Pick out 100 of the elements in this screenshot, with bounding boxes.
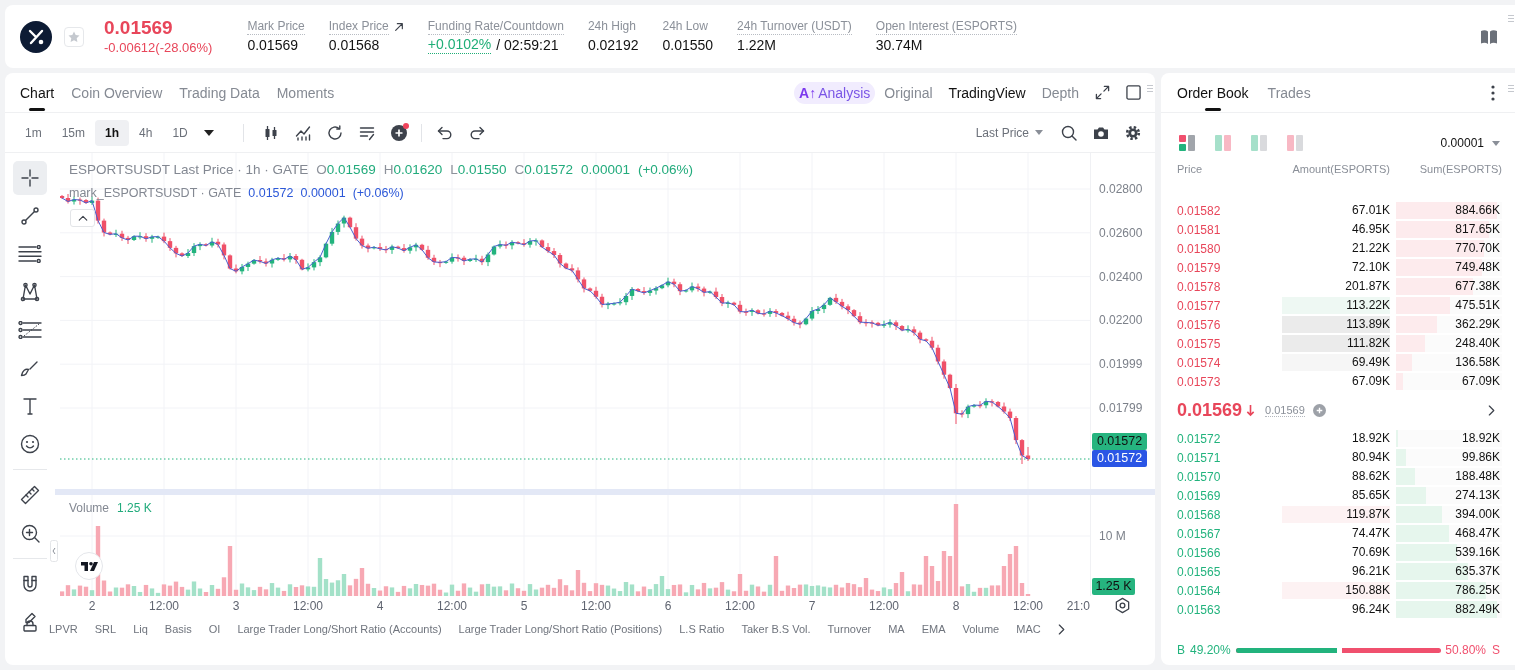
- plus-circle-icon[interactable]: [1312, 403, 1326, 417]
- timeframe-button[interactable]: 1h: [95, 119, 130, 146]
- order-book-tab[interactable]: Trades: [1267, 73, 1311, 112]
- add-circle-icon[interactable]: [390, 124, 407, 141]
- change-value: 0.00001: [300, 186, 346, 200]
- stat-value: 0.01550: [662, 36, 714, 54]
- stat-label: Open Interest (ESPORTS): [875, 19, 1017, 35]
- ohlc-value: L0.01550: [450, 161, 507, 177]
- refresh-icon[interactable]: [326, 124, 343, 141]
- indicator-link[interactable]: Large Trader Long/Short Ratio (Positions): [458, 623, 663, 635]
- timeframe-button[interactable]: 4h: [129, 119, 163, 146]
- countdown: / 02:59:21: [496, 36, 559, 54]
- drawing-tool-button[interactable]: [13, 161, 47, 195]
- funding-rate: +0.0102%: [427, 36, 492, 54]
- caret-down-icon[interactable]: [203, 129, 214, 136]
- book-layout-icon[interactable]: [1179, 135, 1195, 151]
- book-icon[interactable]: [1480, 28, 1498, 45]
- brush-icon: [20, 359, 40, 377]
- ask-sum: 884.66K: [1455, 202, 1500, 219]
- zoom-in-icon: [20, 523, 40, 543]
- crosshair-icon: [21, 169, 39, 187]
- mark-value: 0.01572: [248, 186, 294, 200]
- price-source-dropdown[interactable]: Last Price: [975, 119, 1043, 146]
- indicator-link[interactable]: MA: [888, 623, 905, 635]
- stat-value: 0.01569: [247, 36, 299, 54]
- chart-tab[interactable]: Coin Overview: [71, 73, 163, 112]
- arrow-up-right-icon[interactable]: [393, 22, 404, 32]
- ask-price: 0.01574: [1177, 355, 1222, 370]
- order-book-tab[interactable]: Order Book: [1177, 73, 1249, 112]
- ask-sum: 248.40K: [1455, 335, 1500, 352]
- settings-icon[interactable]: [1125, 124, 1141, 141]
- indicator-link[interactable]: Basis: [164, 623, 192, 635]
- bid-price: 0.01564: [1177, 583, 1222, 598]
- ask-sum: 67.09K: [1461, 373, 1500, 390]
- indicator-link[interactable]: MAC: [1016, 623, 1041, 635]
- view-tab[interactable]: Original: [884, 81, 933, 104]
- ask-price: 0.01573: [1177, 374, 1222, 389]
- bid-amount: 150.88K: [1282, 582, 1390, 599]
- indicator-link[interactable]: OI: [208, 623, 221, 635]
- indicator-link[interactable]: Taker B.S Vol.: [741, 623, 811, 635]
- indicator-link[interactable]: Liq: [133, 623, 148, 635]
- indicator-link[interactable]: EMA: [921, 623, 946, 635]
- bid-amount: 70.69K: [1350, 544, 1390, 561]
- indicator-link[interactable]: SRL: [94, 623, 117, 635]
- chevron-right-icon[interactable]: [1488, 404, 1496, 416]
- time-axis-label: 12:00: [869, 598, 899, 614]
- precision-dropdown[interactable]: 0.00001: [1440, 132, 1500, 154]
- timeframe-button[interactable]: 1D: [162, 119, 198, 146]
- indicator-link[interactable]: Large Trader Long/Short Ratio (Accounts): [237, 623, 442, 635]
- volume-axis-label: 10 M: [1099, 528, 1126, 544]
- price-change: -0.00612(-28.06%): [104, 38, 213, 57]
- chart-icon[interactable]: [294, 124, 311, 141]
- bid-sum: 99.86K: [1461, 449, 1500, 466]
- indicator-link[interactable]: Turnover: [827, 623, 872, 635]
- stat-value: 30.74M: [875, 36, 924, 54]
- chevron-right-icon[interactable]: [1057, 623, 1066, 635]
- fib-lines-icon: [18, 321, 42, 339]
- sell-label: S: [1492, 643, 1500, 657]
- view-tab[interactable]: Depth: [1041, 81, 1079, 104]
- collapse-legend-button[interactable]: [70, 209, 95, 227]
- series-title: mark_ESPORTSUSDT · GATE: [69, 186, 242, 200]
- time-axis-label: 6: [664, 598, 672, 614]
- volume-label: Volume: [69, 500, 110, 516]
- caret-down-icon: [1492, 140, 1500, 146]
- drag-handle-icon[interactable]: [1508, 85, 1514, 92]
- analysis-button[interactable]: A↑Analysis: [794, 81, 876, 104]
- drag-handle-icon[interactable]: [1508, 15, 1514, 22]
- timeframe-button[interactable]: 15m: [51, 119, 95, 146]
- chart-tab[interactable]: Moments: [276, 73, 335, 112]
- bid-sum: 635.37K: [1455, 563, 1500, 580]
- expand-icon[interactable]: [1095, 85, 1110, 100]
- last-price: 0.01569: [1177, 399, 1243, 421]
- timeframe-button[interactable]: 1m: [15, 119, 52, 146]
- indicator-link[interactable]: LPVR: [49, 623, 78, 635]
- undo-icon[interactable]: [436, 125, 453, 140]
- buy-ratio: 49.20%: [1190, 643, 1231, 657]
- chart-logo-icon[interactable]: [75, 552, 103, 580]
- ask-price: 0.01576: [1177, 317, 1222, 332]
- square-icon[interactable]: [1126, 85, 1141, 100]
- ask-sum: 749.48K: [1455, 259, 1500, 276]
- volume-value: 1.25 K: [117, 500, 152, 516]
- indicator-link[interactable]: Volume: [962, 623, 1000, 635]
- drag-handle-icon[interactable]: [1147, 85, 1153, 92]
- view-tab[interactable]: TradingView: [948, 81, 1026, 104]
- bid-amount: 85.65K: [1350, 487, 1390, 504]
- price-axis-label: 0.01799: [1099, 400, 1143, 416]
- chart-tab[interactable]: Chart: [20, 73, 55, 112]
- more-icon[interactable]: [1491, 84, 1495, 101]
- ask-amount: 67.09K: [1350, 373, 1390, 390]
- lines-icon[interactable]: [358, 124, 375, 141]
- indicator-link[interactable]: L.S Ratio: [679, 623, 725, 635]
- price-tag: 0.01572: [1092, 433, 1147, 450]
- bid-amount: 80.94K: [1350, 449, 1390, 466]
- redo-icon[interactable]: [468, 125, 485, 140]
- search-icon[interactable]: [1061, 124, 1077, 141]
- settings-icon[interactable]: [1114, 597, 1131, 614]
- stat-value: 0.01568: [328, 36, 381, 54]
- chart-tab[interactable]: Trading Data: [179, 73, 260, 112]
- stat-label: 24h Low: [662, 19, 708, 35]
- change-value: 0.00001: [581, 161, 630, 177]
